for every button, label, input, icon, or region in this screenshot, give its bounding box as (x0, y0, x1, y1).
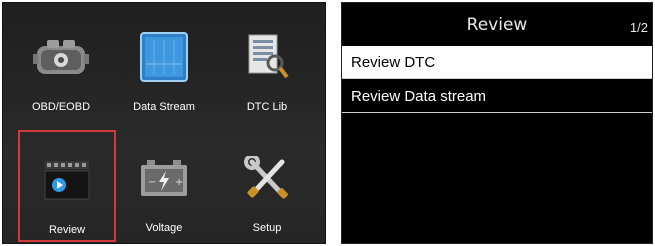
menu-item-label: Review DTC (351, 53, 436, 71)
screen-header: Review 1/2 (342, 3, 652, 46)
menu-tile-label: OBD/EOBD (31, 101, 91, 113)
tools-icon (239, 150, 295, 206)
menu-item-review-dtc[interactable]: Review DTC (342, 46, 652, 79)
dtc-library-icon (239, 29, 295, 85)
page-indicator: 1/2 (629, 20, 648, 35)
battery-icon: − + (136, 150, 192, 206)
menu-tile-label: Review (48, 224, 86, 236)
car-engine-icon (33, 29, 89, 85)
menu-tile-obd-eobd[interactable]: OBD/EOBD (12, 7, 110, 117)
svg-text:−: − (148, 177, 156, 188)
review-film-icon (39, 152, 95, 208)
menu-tile-review[interactable]: Review (18, 130, 116, 242)
review-screen: Review 1/2 Review DTC Review Data stream (341, 2, 653, 244)
menu-tile-voltage[interactable]: − + Voltage (115, 132, 213, 242)
menu-tile-label: DTC Lib (246, 101, 288, 113)
menu-tile-label: Setup (252, 222, 282, 234)
menu-tile-setup[interactable]: Setup (218, 132, 316, 242)
menu-item-label: Review Data stream (351, 87, 487, 105)
menu-tile-dtc-lib[interactable]: DTC Lib (218, 7, 316, 117)
menu-tile-label: Data Stream (133, 101, 195, 113)
screen-title: Review (466, 15, 528, 35)
main-menu-screen: OBD/EOBD Data Stream DTC Lib Review − + … (2, 2, 326, 244)
menu-tile-data-stream[interactable]: Data Stream (115, 7, 213, 117)
menu-item-review-data-stream[interactable]: Review Data stream (342, 80, 652, 113)
data-stream-icon (136, 29, 192, 85)
svg-text:+: + (175, 177, 183, 188)
menu-tile-label: Voltage (145, 222, 183, 234)
